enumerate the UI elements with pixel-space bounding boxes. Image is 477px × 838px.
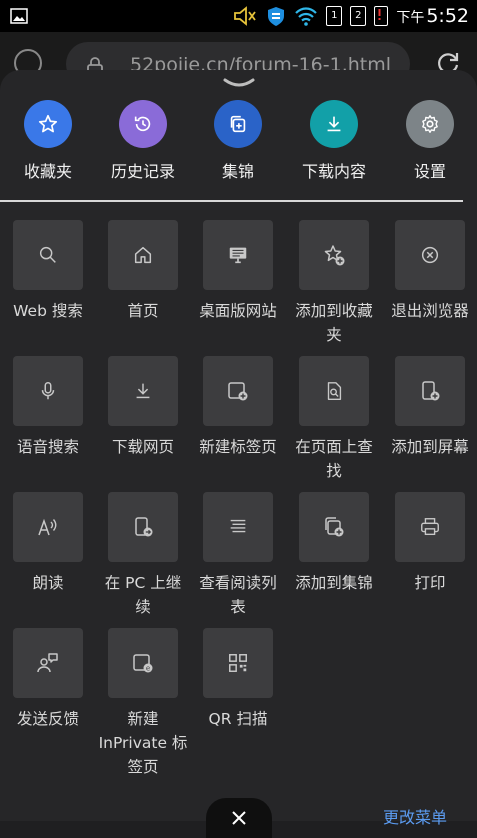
menu-label: 在页面上查找 (295, 438, 373, 480)
menu-new-inprivate-tab[interactable]: e 新建 InPrivate 标签页 (95, 628, 191, 779)
sim1-icon: 1 (326, 6, 343, 26)
menu-label: 朗读 (32, 574, 64, 592)
menu-continue-on-pc[interactable]: 在 PC 上继续 (95, 492, 191, 619)
menu-label: 新建标签页 (199, 438, 277, 456)
menu-find-in-page[interactable]: 在页面上查找 (286, 356, 382, 483)
qr-scan-icon (203, 628, 273, 698)
menu-add-to-collections[interactable]: 添加到集锦 (286, 492, 382, 595)
menu-label: 查看阅读列表 (199, 574, 277, 616)
menu-label: Web 搜索 (13, 302, 83, 320)
menu-voice-search[interactable]: 语音搜索 (0, 356, 96, 459)
new-tab-icon (203, 356, 273, 426)
menu-read-aloud[interactable]: 朗读 (0, 492, 96, 595)
menu-exit-browser[interactable]: 退出浏览器 (382, 220, 477, 323)
menu-label: 在 PC 上继续 (104, 574, 182, 616)
add-to-collections-icon (299, 492, 369, 562)
quick-settings-button[interactable]: 设置 (382, 100, 477, 182)
quick-collections-label: 集锦 (221, 162, 254, 181)
sim2-icon: 2 (350, 6, 367, 26)
time-ampm: 下午 (396, 10, 425, 26)
menu-desktop-site[interactable]: 桌面版网站 (190, 220, 286, 323)
find-in-page-icon (299, 356, 369, 426)
menu-new-tab[interactable]: 新建标签页 (190, 356, 286, 459)
quick-history-label: 历史记录 (110, 162, 175, 181)
continue-on-pc-icon (108, 492, 178, 562)
collections-icon (214, 100, 262, 148)
microphone-icon (13, 356, 83, 426)
close-icon (231, 810, 247, 826)
menu-add-to-favorites[interactable]: 添加到收藏夹 (286, 220, 382, 347)
menu-label: QR 扫描 (208, 710, 268, 728)
svg-text:e: e (146, 665, 150, 673)
star-icon (24, 100, 72, 148)
shield-icon (266, 5, 286, 27)
quick-actions-row: 收藏夹 历史记录 集锦 下载内容 设置 (0, 100, 477, 220)
menu-label: 语音搜索 (16, 438, 79, 456)
wifi-icon (294, 6, 318, 26)
sheet-handle-icon[interactable] (222, 76, 256, 90)
download-icon (310, 100, 358, 148)
menu-download-page[interactable]: 下载网页 (95, 356, 191, 459)
reading-list-icon (203, 492, 273, 562)
menu-add-to-screen[interactable]: 添加到屏幕 (382, 356, 477, 459)
search-icon (13, 220, 83, 290)
menu-sheet: 收藏夹 历史记录 集锦 下载内容 设置 Web 搜索 首页 桌面版网站 添加到收… (0, 70, 477, 838)
menu-label: 发送反馈 (16, 710, 79, 728)
download-page-icon (108, 356, 178, 426)
add-to-screen-icon (395, 356, 465, 426)
status-bar: 1 2 下午 5:52 (0, 0, 477, 32)
quick-favorites-button[interactable]: 收藏夹 (0, 100, 96, 182)
inprivate-tab-icon: e (108, 628, 178, 698)
desktop-icon (203, 220, 273, 290)
clock: 5:52 (426, 5, 469, 27)
quick-history-button[interactable]: 历史记录 (95, 100, 191, 182)
history-icon (119, 100, 167, 148)
menu-label: 添加到屏幕 (391, 438, 469, 456)
divider (0, 200, 463, 202)
menu-web-search[interactable]: Web 搜索 (0, 220, 96, 323)
feedback-icon (13, 628, 83, 698)
home-icon (108, 220, 178, 290)
menu-label: 新建 InPrivate 标签页 (98, 710, 188, 776)
quick-collections-button[interactable]: 集锦 (190, 100, 286, 182)
menu-label: 首页 (127, 302, 159, 320)
close-menu-button[interactable] (206, 798, 272, 838)
read-aloud-icon (13, 492, 83, 562)
image-notification-icon (10, 8, 28, 24)
edit-menu-link[interactable]: 更改菜单 (383, 804, 447, 828)
menu-label: 退出浏览器 (391, 302, 469, 320)
menu-label: 下载网页 (111, 438, 174, 456)
menu-label: 打印 (414, 574, 446, 592)
menu-qr-scan[interactable]: QR 扫描 (190, 628, 286, 731)
quick-downloads-label: 下载内容 (301, 162, 366, 181)
quick-favorites-label: 收藏夹 (23, 162, 72, 181)
menu-label: 添加到集锦 (295, 574, 373, 592)
quick-downloads-button[interactable]: 下载内容 (286, 100, 382, 182)
menu-label: 桌面版网站 (199, 302, 277, 320)
star-add-icon (299, 220, 369, 290)
menu-print[interactable]: 打印 (382, 492, 477, 595)
battery-icon (374, 6, 389, 26)
print-icon (395, 492, 465, 562)
menu-home[interactable]: 首页 (95, 220, 191, 323)
gear-icon (406, 100, 454, 148)
menu-reading-list[interactable]: 查看阅读列表 (190, 492, 286, 619)
vibrate-icon (232, 5, 258, 27)
exit-icon (395, 220, 465, 290)
menu-send-feedback[interactable]: 发送反馈 (0, 628, 96, 731)
quick-settings-label: 设置 (413, 162, 446, 181)
menu-label: 添加到收藏夹 (295, 302, 373, 344)
